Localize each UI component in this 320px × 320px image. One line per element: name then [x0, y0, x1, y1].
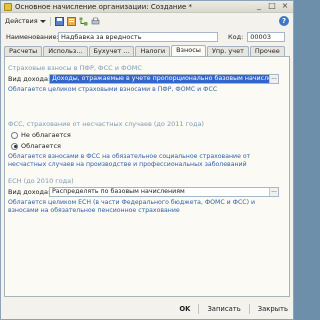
esn-income-value: Распределять по базовым начислениям	[52, 188, 185, 195]
structure-icon[interactable]	[79, 17, 88, 26]
insurance-hint: Облагается целиком страховыми взносами в…	[8, 86, 218, 93]
insurance-income-select[interactable]: Доходы, отражаемые в учете пропорциональ…	[49, 74, 279, 84]
toolbar: Действия ?	[1, 14, 293, 28]
esn-income-select[interactable]: Распределять по базовым начислениям ...	[49, 187, 279, 197]
esn-hint: Облагается целиком ЕСН (в части Федераль…	[8, 199, 256, 214]
window-controls: _ □ ×	[254, 2, 290, 11]
title-bar[interactable]: Основное начисление организации: Создани…	[1, 1, 293, 13]
print-icon[interactable]	[91, 17, 100, 26]
footer-separator	[248, 304, 250, 314]
tab-taxes[interactable]: Налоги	[135, 46, 171, 56]
toolbar-separator	[49, 16, 51, 26]
radio-not-taxed-label: Не облагается	[21, 131, 71, 139]
close-button[interactable]: Закрыть	[258, 305, 288, 313]
insurance-income-label: Вид дохода:	[8, 75, 51, 83]
insurance-income-value: Доходы, отражаемые в учете пропорциональ…	[50, 75, 278, 83]
esn-choose-button[interactable]: ...	[269, 188, 278, 196]
tab-other[interactable]: Прочее	[249, 46, 285, 56]
help-icon[interactable]: ?	[279, 16, 289, 26]
save-icon[interactable]	[54, 16, 64, 26]
radio-taxed[interactable]: Облагается	[11, 142, 61, 150]
window-title: Основное начисление организации: Создани…	[15, 2, 193, 11]
insurance-section-title: Страховые взносы в ПФР, ФСС и ФОМС	[8, 64, 142, 72]
actions-menu-label: Действия	[5, 17, 38, 25]
fss-hint: Облагается взносами в ФСС на обязательно…	[8, 153, 251, 168]
save-button[interactable]: Записать	[207, 305, 240, 313]
radio-not-taxed-circle[interactable]	[11, 131, 18, 139]
esn-income-label: Вид дохода:	[8, 188, 51, 196]
save-and-close-icon[interactable]	[66, 16, 76, 26]
code-label: Код:	[228, 33, 244, 41]
name-row: Наименование: Надбавка за вредность Код:…	[6, 32, 286, 42]
choose-button[interactable]: ...	[269, 75, 278, 83]
esn-section-title: ЕСН (до 2010 года)	[8, 177, 74, 185]
footer-bar: OK Записать Закрыть	[1, 299, 293, 319]
radio-taxed-circle[interactable]	[11, 142, 18, 150]
close-window-button[interactable]: ×	[280, 2, 290, 11]
app-icon	[4, 2, 12, 11]
fss-section-title: ФСС, страхование от несчастных случаев (…	[8, 120, 204, 128]
tab-contributions[interactable]: Взносы	[171, 45, 206, 56]
minimize-button[interactable]: _	[254, 2, 264, 11]
code-input[interactable]: 00003	[247, 32, 286, 42]
tab-strip: Расчеты Использ... Бухучет ... Налоги Вз…	[4, 45, 290, 56]
ok-button[interactable]: OK	[179, 305, 190, 313]
radio-not-taxed[interactable]: Не облагается	[11, 131, 71, 139]
chevron-down-icon	[39, 19, 46, 23]
tab-usage[interactable]: Использ...	[43, 46, 88, 56]
actions-menu[interactable]: Действия	[5, 17, 46, 25]
radio-taxed-label: Облагается	[21, 142, 61, 150]
name-label: Наименование:	[6, 33, 59, 41]
tab-accounting[interactable]: Бухучет ...	[88, 46, 135, 56]
footer-separator	[198, 304, 200, 314]
tab-management-accounting[interactable]: Упр. учет	[206, 46, 249, 56]
dialog-window: Основное начисление организации: Создани…	[0, 0, 294, 320]
name-input[interactable]: Надбавка за вредность	[58, 32, 218, 42]
contributions-panel: Страховые взносы в ПФР, ФСС и ФОМС Вид д…	[4, 56, 290, 297]
tab-calculations[interactable]: Расчеты	[4, 46, 43, 56]
maximize-button[interactable]: □	[267, 2, 277, 11]
